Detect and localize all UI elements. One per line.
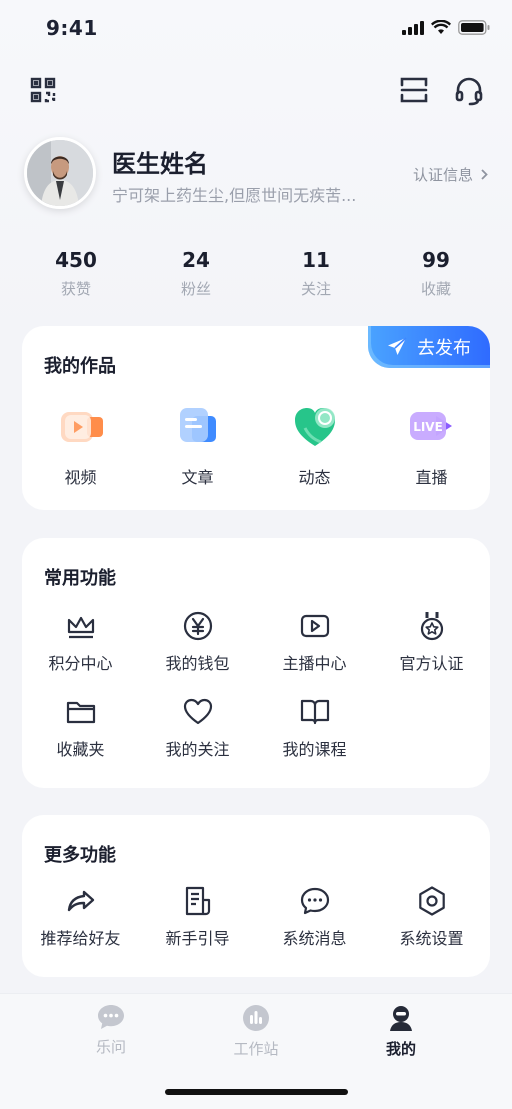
stat-following[interactable]: 11 关注 xyxy=(256,248,376,299)
common-functions-card: 常用功能 积分中心 我的钱包 主播中心 官方认证 收藏夹 我的关注 我的课程 xyxy=(22,538,490,788)
crown-icon xyxy=(67,616,94,639)
paper-plane-icon xyxy=(388,337,407,355)
yen-coin-icon xyxy=(183,611,212,641)
function-anchor-center[interactable]: 主播中心 xyxy=(256,610,373,674)
function-my-courses[interactable]: 我的课程 xyxy=(256,696,373,760)
function-favorites-folder[interactable]: 收藏夹 xyxy=(22,696,139,760)
work-item-label: 直播 xyxy=(415,468,448,487)
work-item-label: 视频 xyxy=(64,468,97,487)
scan-icon[interactable] xyxy=(400,76,428,108)
tab-mine[interactable]: 我的 xyxy=(341,1004,461,1059)
more-functions-title: 更多功能 xyxy=(44,845,116,866)
stat-value: 99 xyxy=(422,248,450,272)
user-icon xyxy=(390,1006,412,1031)
live-badge: LIVE xyxy=(413,420,443,434)
function-label: 我的关注 xyxy=(165,740,230,759)
home-indicator xyxy=(165,1089,348,1095)
chat-bubble-icon xyxy=(98,1005,124,1029)
work-item-label: 文章 xyxy=(181,468,214,487)
tab-label: 乐问 xyxy=(95,1038,126,1056)
status-indicators xyxy=(402,20,490,35)
guide-doc-icon xyxy=(185,886,210,916)
tab-label: 工作站 xyxy=(233,1040,279,1058)
function-label: 新手引导 xyxy=(165,929,230,948)
live-icon: LIVE xyxy=(404,400,460,456)
function-label: 系统消息 xyxy=(282,929,347,948)
message-icon xyxy=(300,887,329,915)
avatar[interactable] xyxy=(24,137,96,209)
common-functions-title: 常用功能 xyxy=(44,568,116,589)
certification-label: 认证信息 xyxy=(412,166,473,184)
certification-link[interactable]: 认证信息 xyxy=(413,164,488,185)
function-label: 收藏夹 xyxy=(56,740,105,759)
my-works-card: 我的作品 去发布 视频 文章 动态 LIVE 直播 xyxy=(22,326,490,510)
function-label: 推荐给好友 xyxy=(40,929,121,948)
stat-fans[interactable]: 24 粉丝 xyxy=(136,248,256,299)
work-item-label: 动态 xyxy=(298,468,331,487)
work-item-video[interactable]: 视频 xyxy=(22,400,139,488)
stat-label: 获赞 xyxy=(60,280,91,298)
customer-service-icon[interactable] xyxy=(454,76,484,110)
function-official-cert[interactable]: 官方认证 xyxy=(373,610,490,674)
publish-label: 去发布 xyxy=(417,338,471,359)
work-item-live[interactable]: LIVE 直播 xyxy=(373,400,490,488)
doctor-name: 医生姓名 xyxy=(112,150,208,178)
chevron-right-icon xyxy=(481,169,488,180)
stat-label: 关注 xyxy=(300,280,331,298)
work-item-article[interactable]: 文章 xyxy=(139,400,256,488)
function-label: 我的课程 xyxy=(282,740,347,759)
video-icon xyxy=(53,400,109,456)
workstation-icon xyxy=(243,1005,269,1031)
folder-icon xyxy=(66,701,95,724)
qr-code-icon[interactable] xyxy=(30,77,56,107)
wifi-icon xyxy=(431,20,451,34)
stat-value: 24 xyxy=(182,248,210,272)
function-system-messages[interactable]: 系统消息 xyxy=(256,885,373,949)
share-icon xyxy=(67,890,94,912)
heart-icon xyxy=(183,698,212,725)
article-icon xyxy=(170,400,226,456)
function-label: 积分中心 xyxy=(48,654,113,673)
my-works-title: 我的作品 xyxy=(44,356,116,377)
stat-likes[interactable]: 450 获赞 xyxy=(16,248,136,299)
medal-icon xyxy=(420,612,443,641)
work-item-moments[interactable]: 动态 xyxy=(256,400,373,488)
stat-label: 收藏 xyxy=(420,280,451,298)
function-system-settings[interactable]: 系统设置 xyxy=(373,885,490,949)
tab-lewen[interactable]: 乐问 xyxy=(51,1004,171,1057)
function-beginner-guide[interactable]: 新手引导 xyxy=(139,885,256,949)
function-recommend-friend[interactable]: 推荐给好友 xyxy=(22,885,139,949)
book-icon xyxy=(300,699,329,725)
battery-icon xyxy=(458,20,490,35)
profile-stats: 450 获赞 24 粉丝 11 关注 99 收藏 xyxy=(16,248,496,299)
tab-workstation[interactable]: 工作站 xyxy=(196,1004,316,1059)
stat-value: 11 xyxy=(302,248,330,272)
function-label: 官方认证 xyxy=(399,654,464,673)
stat-label: 粉丝 xyxy=(180,280,211,298)
cellular-signal-icon xyxy=(402,20,424,35)
function-my-wallet[interactable]: 我的钱包 xyxy=(139,610,256,674)
stat-value: 450 xyxy=(55,248,97,272)
function-label: 系统设置 xyxy=(399,929,464,948)
moments-icon xyxy=(287,400,343,456)
tab-label: 我的 xyxy=(385,1040,416,1058)
function-my-following[interactable]: 我的关注 xyxy=(139,696,256,760)
publish-button[interactable]: 去发布 xyxy=(368,326,490,368)
status-time: 9:41 xyxy=(46,16,98,40)
profile-motto: 宁可架上药生尘,但愿世间无疾苦... xyxy=(112,186,357,205)
function-points-center[interactable]: 积分中心 xyxy=(22,610,139,674)
stat-favorites[interactable]: 99 收藏 xyxy=(376,248,496,299)
settings-icon xyxy=(418,886,445,916)
function-label: 我的钱包 xyxy=(165,654,230,673)
function-label: 主播中心 xyxy=(282,654,347,673)
play-screen-icon xyxy=(300,614,329,638)
more-functions-card: 更多功能 推荐给好友 新手引导 系统消息 系统设置 xyxy=(22,815,490,977)
